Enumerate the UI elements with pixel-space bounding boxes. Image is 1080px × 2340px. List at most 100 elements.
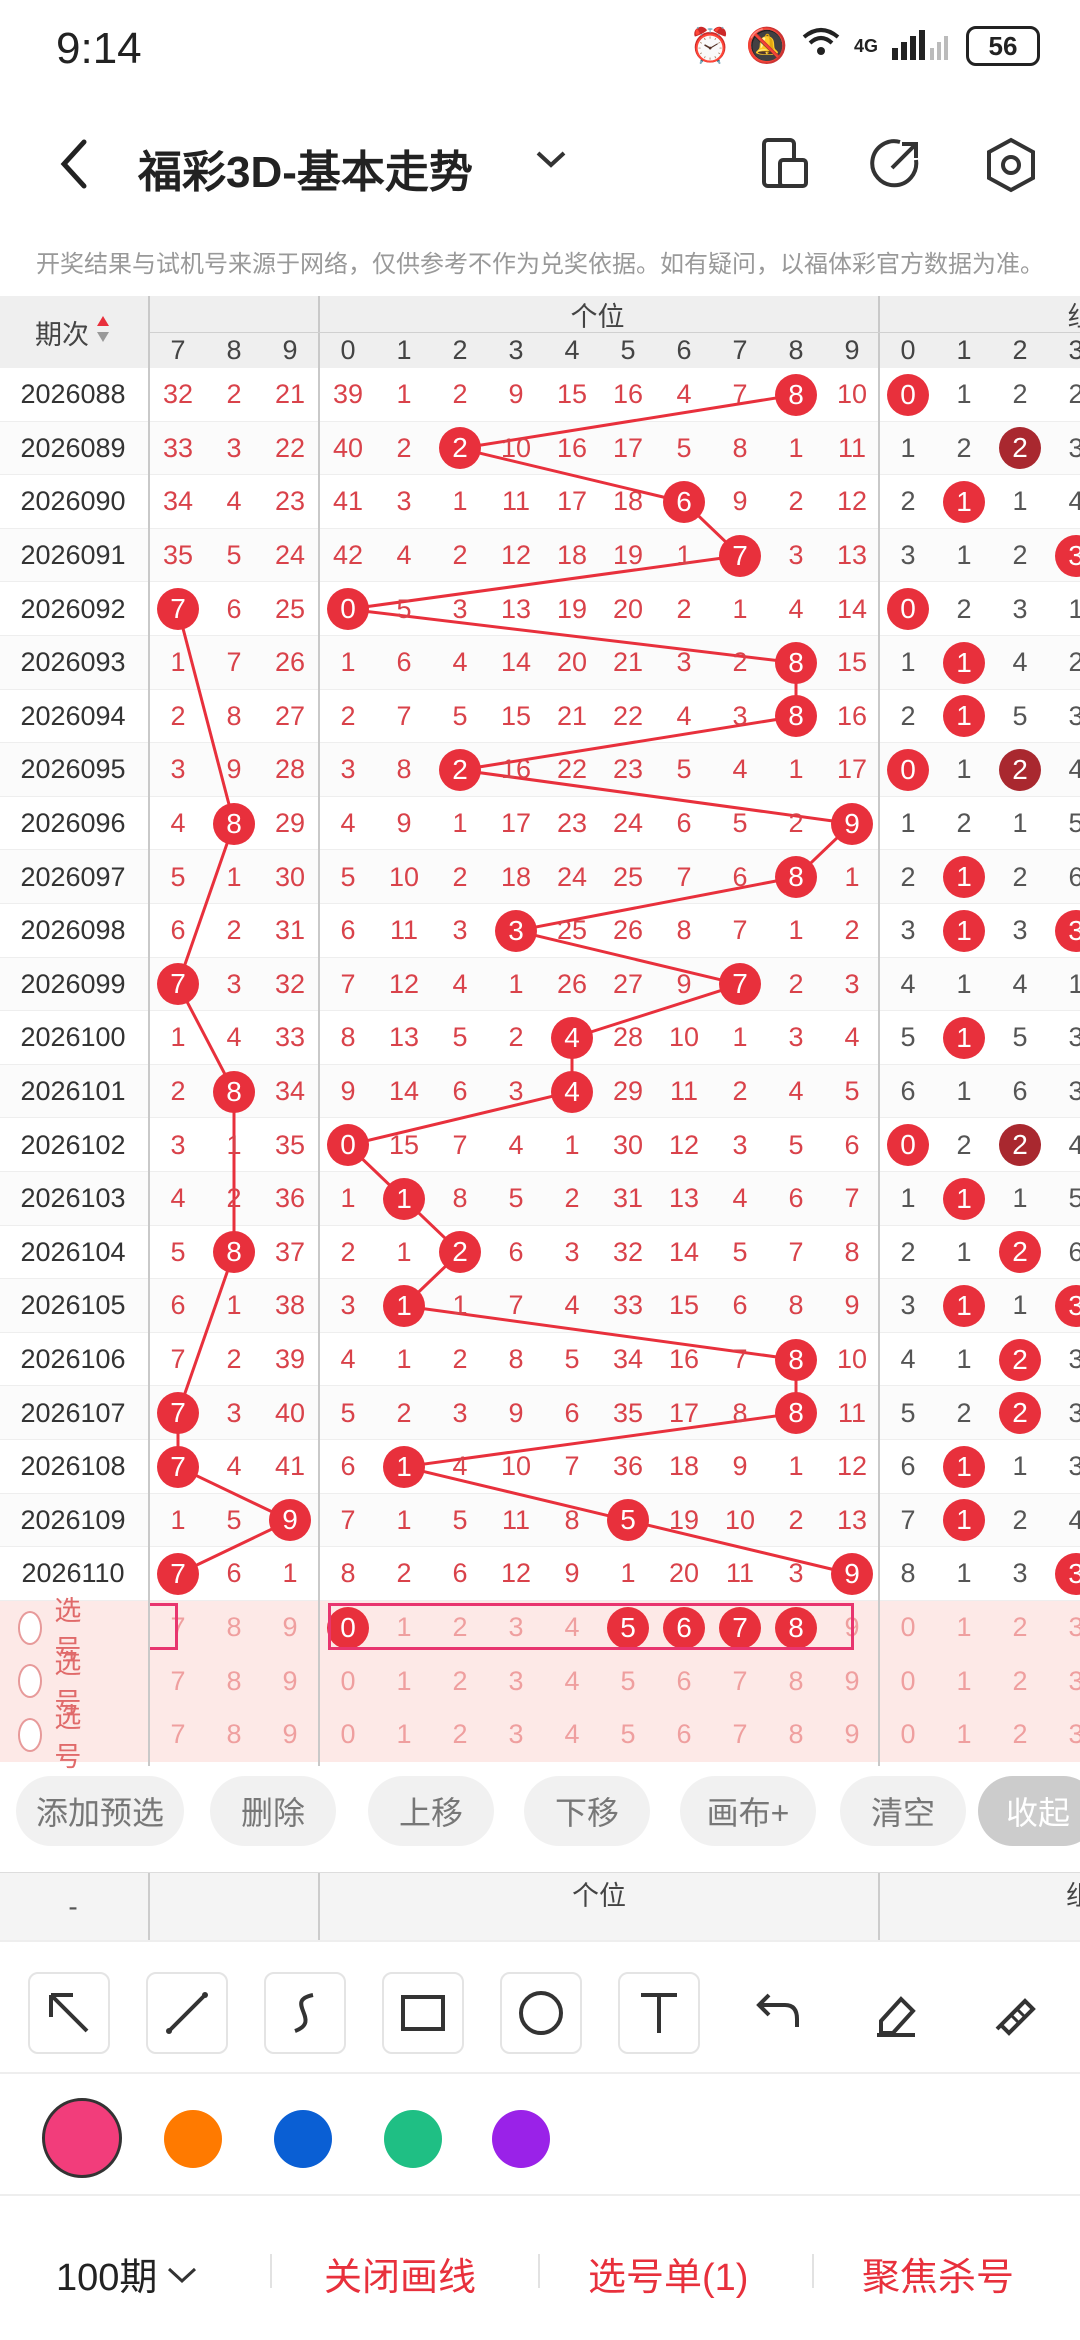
back-button[interactable] — [46, 134, 106, 194]
pick-list-button[interactable]: 选号单(1) — [588, 2246, 748, 2301]
device-icon[interactable] — [756, 136, 814, 194]
clear-brush-icon[interactable] — [972, 1972, 1054, 2054]
text-tool-icon[interactable] — [618, 1972, 700, 2054]
digit-cell: 6 — [732, 861, 748, 892]
status-time: 9:14 — [56, 24, 142, 73]
action-button[interactable]: 清空 — [840, 1776, 966, 1846]
select-cell[interactable]: 1 — [936, 1708, 992, 1762]
chevron-down-icon[interactable] — [534, 140, 568, 182]
period-cell: 2026096 — [20, 808, 126, 839]
select-cell[interactable]: 1 — [936, 1654, 992, 1708]
circle-tool-icon[interactable] — [500, 1972, 582, 2054]
select-cell[interactable]: 8 — [206, 1708, 262, 1762]
mirror-header: - 个位 组 — [0, 1872, 1080, 1941]
select-cell[interactable]: 9 — [824, 1708, 880, 1762]
radio-button[interactable] — [18, 1664, 43, 1699]
select-cell[interactable]: 1 — [376, 1654, 432, 1708]
select-cell[interactable]: 6 — [656, 1654, 712, 1708]
select-row-label[interactable]: 选号 — [18, 1703, 91, 1770]
select-cell[interactable]: 0 — [880, 1708, 936, 1762]
settings-icon[interactable] — [982, 136, 1040, 194]
select-cell[interactable]: 2 — [992, 1708, 1048, 1762]
select-cell[interactable]: 3 — [488, 1708, 544, 1762]
select-cell[interactable]: 9 — [262, 1601, 318, 1655]
curve-tool-icon[interactable] — [264, 1972, 346, 2054]
select-cell[interactable]: 8 — [206, 1654, 262, 1708]
color-swatch[interactable] — [274, 2110, 332, 2168]
undo-icon[interactable] — [736, 1972, 818, 2054]
select-cell[interactable]: 0 — [880, 1654, 936, 1708]
left-cell: 40 — [274, 1397, 306, 1428]
select-cell[interactable]: 1 — [376, 1708, 432, 1762]
select-cell[interactable]: 3 — [1048, 1601, 1080, 1655]
collapse-button[interactable]: 收起 — [978, 1776, 1080, 1846]
select-cell[interactable]: 4 — [544, 1654, 600, 1708]
select-cell[interactable]: 7 — [150, 1654, 206, 1708]
action-button[interactable]: 添加预选 — [16, 1776, 184, 1846]
select-cell[interactable]: 4 — [544, 1708, 600, 1762]
select-cell[interactable]: 5 — [600, 1708, 656, 1762]
right-cell: 3 — [1068, 1344, 1080, 1375]
select-cell[interactable]: 3 — [1048, 1708, 1080, 1762]
select-cell[interactable]: 8 — [206, 1601, 262, 1655]
select-cell[interactable]: 9 — [262, 1654, 318, 1708]
action-button[interactable]: 删除 — [210, 1776, 336, 1846]
select-cell[interactable]: 5 — [600, 1654, 656, 1708]
digit-cell: 4 — [396, 540, 412, 571]
left-cell: 27 — [274, 700, 306, 731]
arrow-tool-icon[interactable] — [28, 1972, 110, 2054]
action-button[interactable]: 画布+ — [680, 1776, 816, 1846]
line-tool-icon[interactable] — [146, 1972, 228, 2054]
eraser-icon[interactable] — [854, 1972, 936, 2054]
digit-cell: 24 — [612, 808, 644, 839]
left-cell: 29 — [274, 808, 306, 839]
digit-cell: 4 — [676, 700, 692, 731]
action-button[interactable]: 下移 — [524, 1776, 650, 1846]
digit-cell: 3 — [844, 968, 860, 999]
right-cell: 2 — [900, 861, 916, 892]
digit-cell: 17 — [612, 432, 644, 463]
close-draw-button[interactable]: 关闭画线 — [324, 2246, 476, 2301]
right-ball: 0 — [887, 588, 929, 631]
select-cell[interactable]: 8 — [768, 1708, 824, 1762]
select-cell[interactable]: 6 — [656, 1708, 712, 1762]
digit-cell: 27 — [612, 968, 644, 999]
select-cell[interactable]: 2 — [432, 1654, 488, 1708]
digit-cell: 11 — [501, 1504, 531, 1535]
color-swatch[interactable] — [384, 2110, 442, 2168]
period-selector[interactable]: 100期 — [56, 2246, 199, 2301]
digit-cell: 14 — [500, 647, 532, 678]
select-cell[interactable]: 8 — [768, 1654, 824, 1708]
share-icon[interactable] — [866, 136, 924, 194]
digit-cell: 17 — [668, 1397, 700, 1428]
select-cell[interactable]: 7 — [712, 1654, 768, 1708]
left-cell: 37 — [274, 1236, 306, 1267]
select-cell[interactable]: 3 — [488, 1654, 544, 1708]
rect-tool-icon[interactable] — [382, 1972, 464, 2054]
radio-button[interactable] — [18, 1717, 43, 1752]
color-swatch[interactable] — [164, 2110, 222, 2168]
digit-cell: 23 — [556, 808, 588, 839]
select-cell[interactable]: 2 — [992, 1601, 1048, 1655]
select-cell[interactable]: 2 — [432, 1708, 488, 1762]
select-cell[interactable]: 7 — [150, 1708, 206, 1762]
select-cell[interactable]: 0 — [880, 1601, 936, 1655]
select-cell[interactable]: 3 — [1048, 1654, 1080, 1708]
page-title[interactable]: 福彩3D-基本走势 — [138, 136, 473, 200]
select-cell[interactable]: 9 — [262, 1708, 318, 1762]
select-cell[interactable]: 0 — [320, 1654, 376, 1708]
radio-button[interactable] — [18, 1610, 43, 1645]
select-cell[interactable]: 0 — [320, 1708, 376, 1762]
select-cell[interactable]: 2 — [992, 1654, 1048, 1708]
select-cell[interactable]: 9 — [824, 1654, 880, 1708]
color-swatch[interactable] — [492, 2110, 550, 2168]
period-cell: 2026088 — [20, 379, 126, 410]
focus-kill-button[interactable]: 聚焦杀号 — [862, 2246, 1014, 2301]
period-cell: 2026100 — [20, 1022, 126, 1053]
select-cell[interactable]: 1 — [936, 1601, 992, 1655]
digit-ball: 7 — [719, 534, 761, 577]
color-swatch[interactable] — [42, 2098, 122, 2178]
right-ball: 2 — [999, 1124, 1041, 1167]
select-cell[interactable]: 7 — [712, 1708, 768, 1762]
action-button[interactable]: 上移 — [368, 1776, 494, 1846]
